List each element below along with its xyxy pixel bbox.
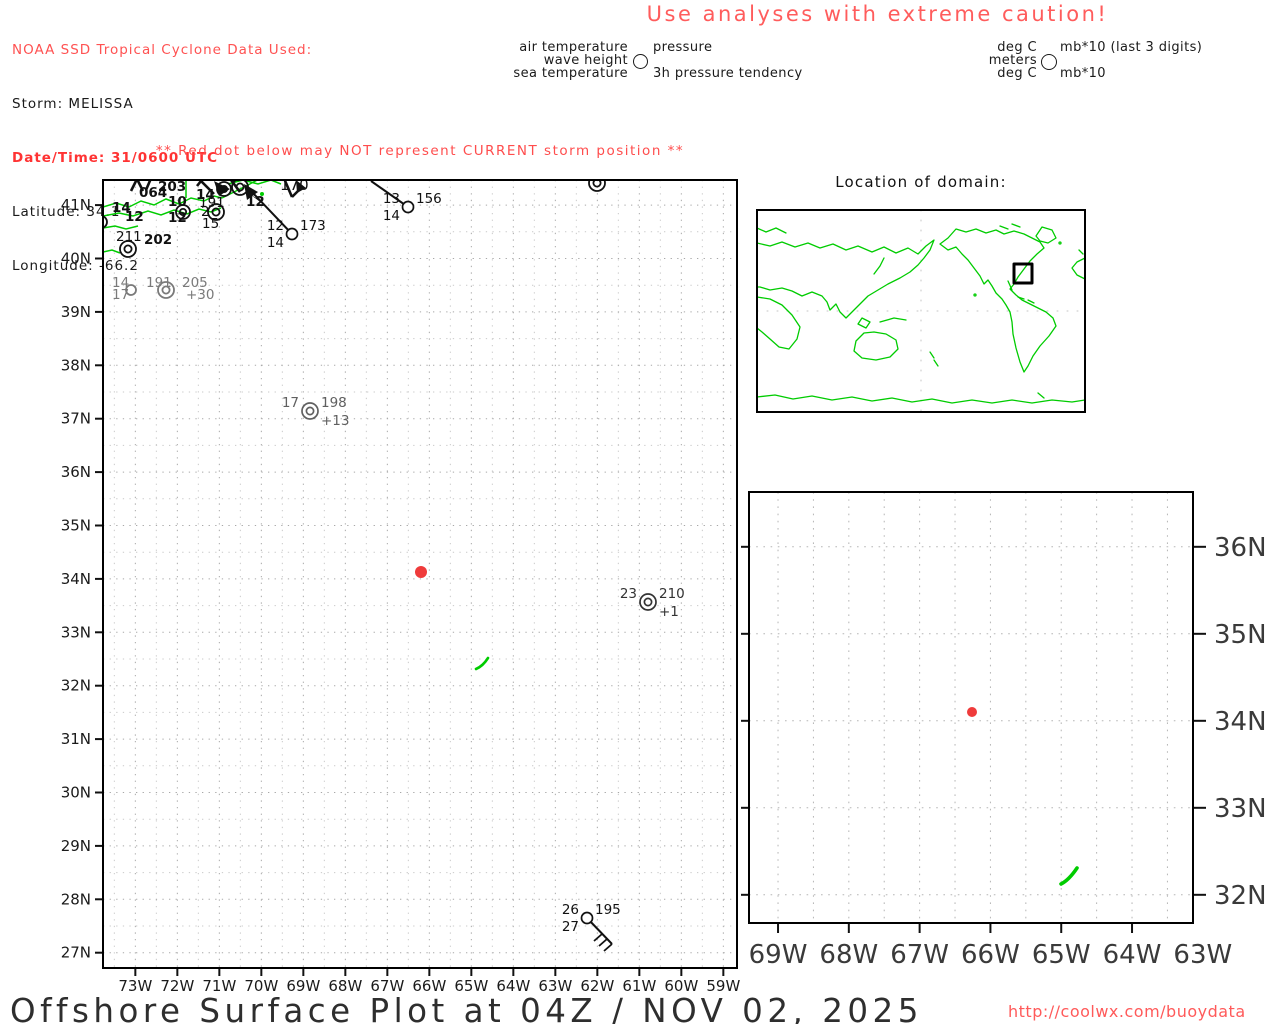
borneo-outline [857, 317, 871, 329]
greenland-outline [1035, 226, 1057, 244]
y-tick-label: 36N [1214, 533, 1267, 563]
y-tick-label: 27N [61, 944, 91, 962]
new-zealand-outline [929, 351, 939, 367]
station-pressure: 195 [595, 902, 621, 918]
x-tick-label: 65W [1032, 940, 1091, 970]
station-air-temp: 12 [267, 218, 284, 234]
station-value: 15 [202, 216, 219, 232]
y-tick-label: 33N [61, 623, 91, 641]
station-pressure: 210 [659, 586, 685, 602]
station-air-temp: 13 [383, 191, 400, 207]
station-air-temp: 17 [282, 395, 299, 411]
y-tick-label: 31N [61, 730, 91, 748]
wind-barb-tick [603, 943, 613, 952]
y-tick-label: 40N [61, 249, 91, 267]
storm-position-dot [415, 566, 427, 578]
station-value: 12 [168, 210, 187, 226]
station-value: 170 [280, 176, 309, 194]
station-sea-temp: 27 [562, 919, 579, 935]
station-circle [301, 402, 319, 420]
iceland-dot [1058, 241, 1062, 245]
japan-outline [873, 257, 885, 275]
station-circle [580, 911, 594, 925]
zoom-map-content [749, 492, 1193, 923]
station-air-temp: 26 [562, 902, 579, 918]
station-inner-circle [123, 244, 133, 254]
station-pressure: 173 [300, 218, 326, 234]
y-tick-label: 36N [61, 463, 91, 481]
x-tick-label: 63W [1173, 940, 1232, 970]
station-circle [639, 593, 657, 611]
coastline [103, 249, 121, 254]
y-tick-label: 30N [61, 783, 91, 801]
y-tick-label: 37N [61, 410, 91, 428]
bermuda-island [1059, 866, 1079, 886]
y-tick-label: 35N [1214, 620, 1267, 650]
main-map-content: 203064 1410 19112 215121701412211 2021417191… [103, 176, 737, 968]
x-tick-label: 69W [749, 940, 808, 970]
scandinavia-outline [756, 227, 787, 234]
y-tick-label: 32N [1214, 881, 1267, 911]
y-tick-label: 32N [61, 677, 91, 695]
y-tick-label: 34N [1214, 707, 1267, 737]
station-circle [285, 227, 299, 241]
y-tick-label: 41N [61, 196, 91, 214]
station-sea-temp: 14 [383, 208, 400, 224]
storm-position-dot [967, 707, 977, 717]
x-tick-label: 64W [1103, 940, 1162, 970]
world-inset [756, 209, 1086, 413]
zoom-map-axes: 69W 68W 67W 66W 65W 64W 63W 36N 35N 34N 33N 32N [741, 533, 1267, 970]
y-tick-label: 34N [61, 570, 91, 588]
station-value: 10 [168, 194, 187, 210]
new-guinea-outline [879, 317, 907, 323]
wind-barb-tick [593, 933, 603, 942]
arctic-islands-outline [999, 223, 1021, 230]
europe-edge-outline [1071, 249, 1086, 280]
main-map-axes: 73W 72W 71W 70W 69W 68W 67W 66W 65W 64W 63W 62W 61W 6… [61, 196, 741, 995]
station-value: 17 [112, 287, 129, 303]
station-value: +30 [186, 287, 215, 303]
station-pressure: 156 [416, 191, 442, 207]
bermuda-island [474, 656, 490, 671]
y-tick-label: 38N [61, 356, 91, 374]
station-sea-temp: 14 [267, 235, 284, 251]
station-pressure: 198 [321, 395, 347, 411]
y-tick-label: 35N [61, 516, 91, 534]
station-value: 191 [146, 275, 172, 291]
station-tendency: +1 [659, 604, 679, 620]
page-title: Offshore Surface Plot at 04Z / NOV 02, 2… [10, 992, 923, 1024]
station-value: 064 [139, 185, 167, 201]
hawaii-dot [973, 293, 977, 297]
y-tick-label: 39N [61, 303, 91, 321]
station-circle [103, 215, 108, 229]
station-circle [401, 200, 415, 214]
americas-outline [939, 228, 1057, 373]
station-value: 211 [116, 229, 142, 245]
station-circle [588, 180, 606, 192]
australia-outline [853, 331, 899, 361]
station-value: 12 [125, 209, 144, 225]
y-tick-label: 28N [61, 890, 91, 908]
x-tick-label: 68W [819, 940, 878, 970]
station-tendency: +13 [321, 413, 350, 429]
x-tick-label: 67W [890, 940, 949, 970]
y-tick-label: 29N [61, 837, 91, 855]
x-tick-label: 66W [961, 940, 1020, 970]
y-tick-label: 33N [1214, 794, 1267, 824]
station-air-temp: 23 [620, 586, 637, 602]
source-url-link[interactable]: http://coolwx.com/buoydata [1008, 1002, 1246, 1021]
surface-plot-canvas: 203064 1410 19112 215121701412211 2021417191… [61, 176, 1267, 995]
page: NOAA SSD Tropical Cyclone Data Used: Sto… [0, 0, 1280, 1024]
station-value: 202 [144, 232, 172, 248]
africa-outline [756, 296, 801, 350]
wind-barb-tick [598, 938, 608, 947]
